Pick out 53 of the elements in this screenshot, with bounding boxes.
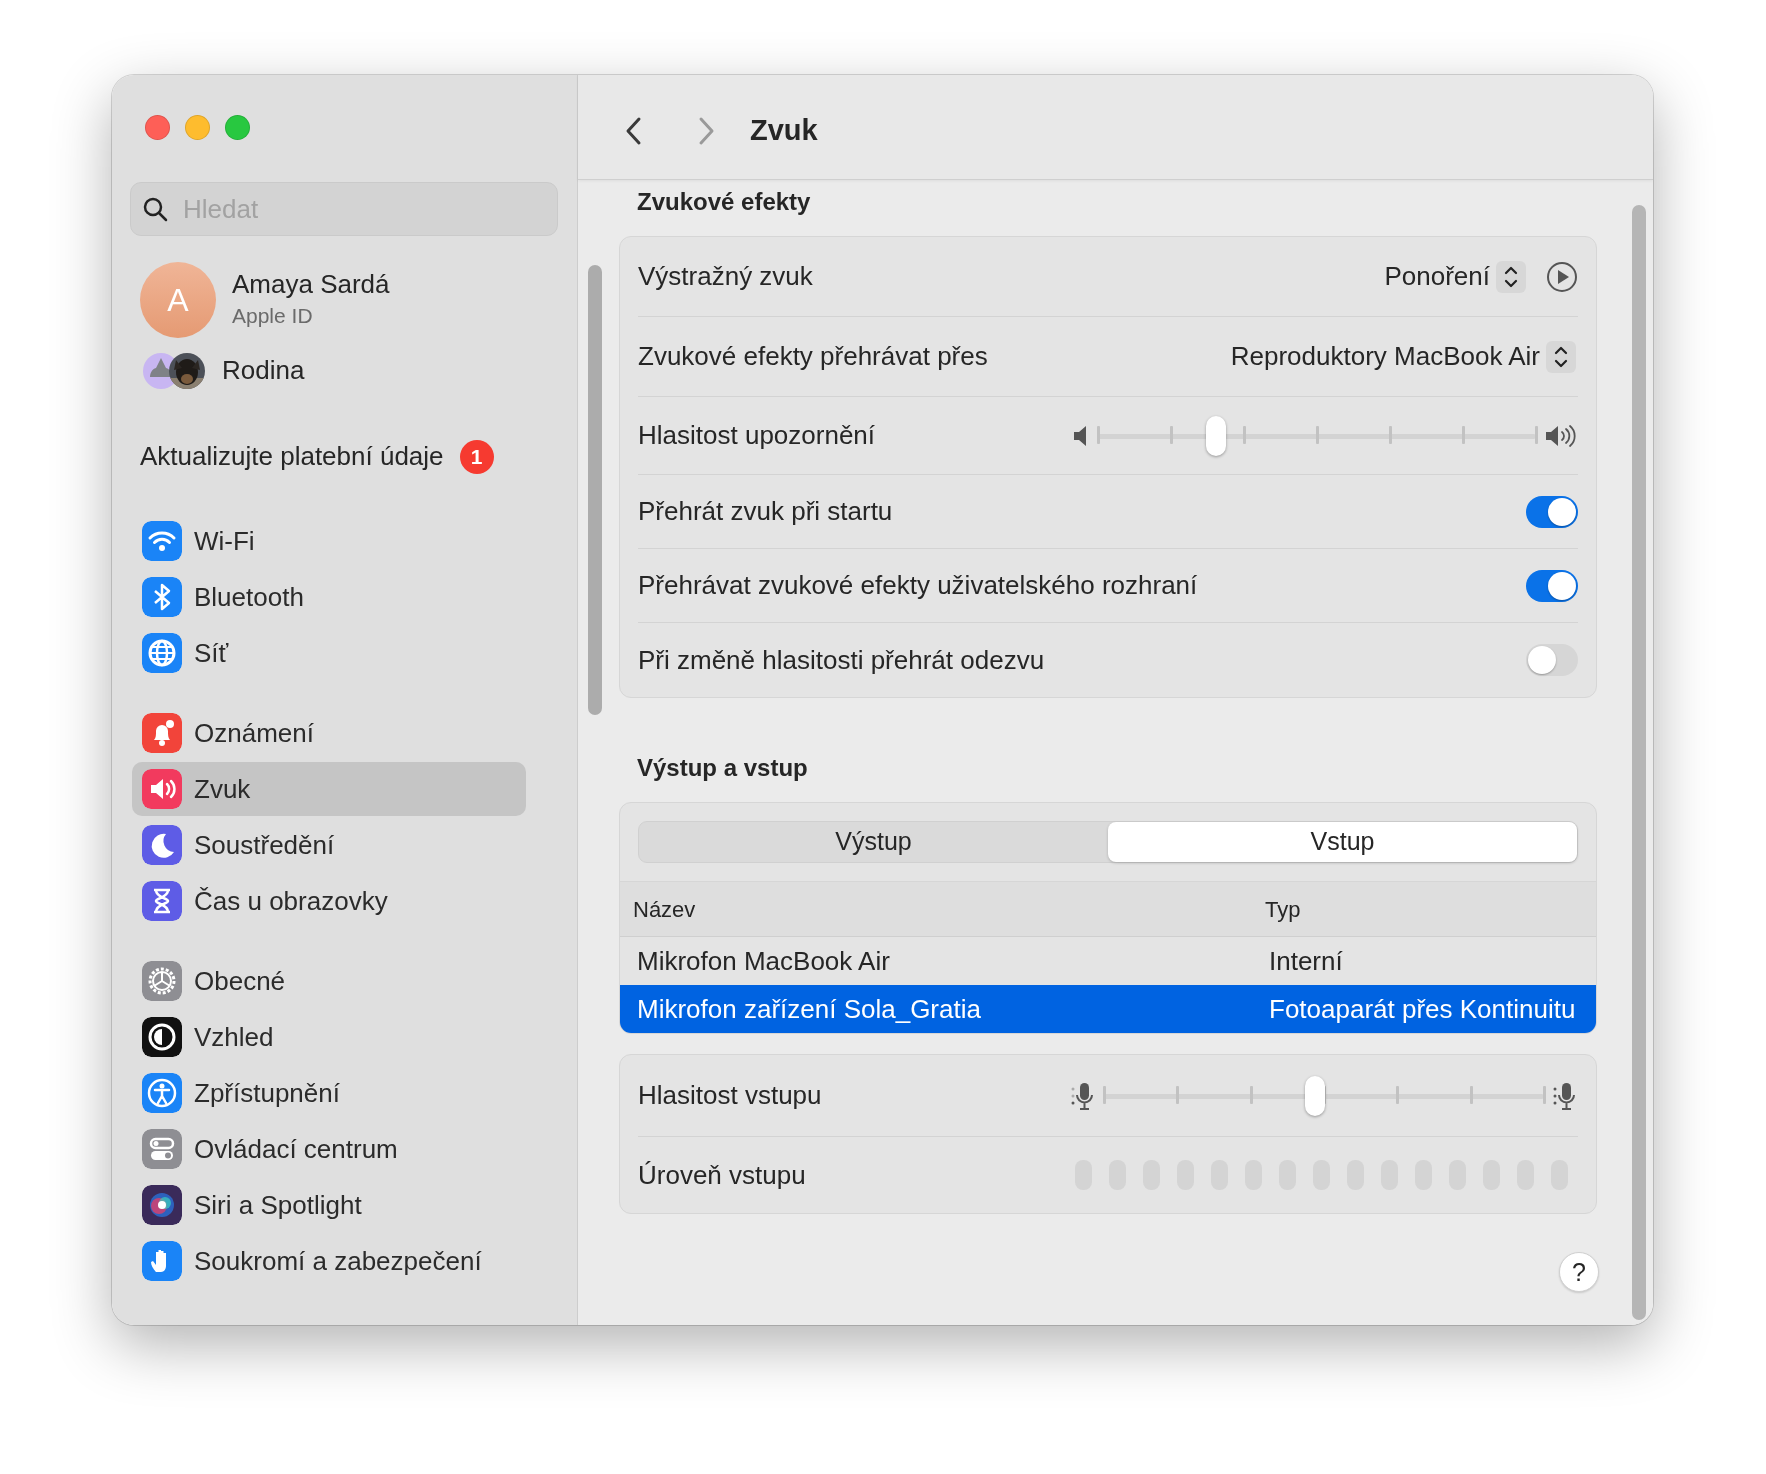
toggle-switch[interactable]: [1526, 644, 1578, 676]
column-header: Název: [632, 895, 697, 924]
stepper-icon[interactable]: [1546, 340, 1576, 373]
setting-label: Zvukové efekty přehrávat přes: [638, 340, 988, 373]
sidebar-item[interactable]: Soustředění: [132, 818, 526, 872]
sidebar-item[interactable]: Zpřístupnění: [132, 1066, 526, 1120]
help-button[interactable]: ?: [1559, 1252, 1599, 1292]
search-icon: [142, 196, 168, 222]
scrollbar[interactable]: [588, 265, 602, 715]
notification-badge: 1: [459, 440, 494, 474]
setting-label: Hlasitost upozornění: [638, 419, 876, 452]
close-button[interactable]: [145, 115, 170, 140]
payment-notice[interactable]: Aktualizujte platební údaje: [140, 441, 444, 473]
sidebar-item[interactable]: Soukromí a zabezpečení: [132, 1234, 526, 1288]
slider-thumb[interactable]: [1206, 415, 1227, 456]
setting-label: Hlasitost vstupu: [638, 1079, 822, 1112]
zoom-button[interactable]: [225, 115, 250, 140]
section-heading: Výstup a vstup: [637, 753, 809, 783]
setting-label: Úroveň vstupu: [638, 1158, 806, 1192]
segment-tab[interactable]: Vstup: [1108, 822, 1577, 862]
sidebar-item[interactable]: Oznámení: [132, 706, 526, 760]
sidebar-item[interactable]: Síť: [132, 626, 526, 680]
table-row[interactable]: Mikrofon zařízení Sola_Gratia Fotoaparát přes Kontinuitu: [620, 985, 1596, 1033]
stepper-icon[interactable]: [1496, 260, 1526, 293]
setting-label: Výstražný zvuk: [638, 260, 813, 293]
toggle-switch[interactable]: [1526, 569, 1578, 602]
sidebar-item[interactable]: Siri a Spotlight: [132, 1178, 526, 1232]
setting-label: Přehrát zvuk při startu: [638, 495, 893, 528]
toggle-switch[interactable]: [1526, 495, 1578, 528]
minimize-button[interactable]: [185, 115, 210, 140]
family-label[interactable]: Rodina: [222, 355, 305, 387]
sidebar-item[interactable]: Bluetooth: [132, 570, 526, 624]
account-subtitle: Apple ID: [232, 302, 314, 329]
column-header: Typ: [1265, 895, 1301, 924]
segment-tab[interactable]: Výstup: [639, 822, 1108, 862]
table-row[interactable]: Mikrofon MacBook Air Interní: [620, 937, 1596, 985]
sidebar-item[interactable]: Ovládací centrum: [132, 1122, 526, 1176]
sidebar-item[interactable]: Wi-Fi: [132, 514, 526, 568]
sidebar-item[interactable]: Obecné: [132, 954, 526, 1008]
account-name[interactable]: Amaya Sardá: [232, 268, 390, 300]
slider-thumb[interactable]: [1305, 1075, 1326, 1116]
popup-value[interactable]: Reproduktory MacBook Air: [1230, 337, 1540, 376]
scrollbar[interactable]: [1632, 205, 1646, 1320]
sidebar-item[interactable]: Zvuk: [132, 762, 526, 816]
speaker-icon: [1544, 422, 1578, 449]
play-button[interactable]: [1546, 260, 1578, 293]
section-heading: Zvukové efekty: [637, 187, 812, 217]
sidebar-item[interactable]: Čas u obrazovky: [132, 874, 526, 928]
window-title: Zvuk: [750, 113, 818, 149]
setting-label: Při změně hlasitosti přehrát odezvu: [638, 643, 1045, 677]
setting-label: Přehrávat zvukové efekty uživatelského rozhraní: [638, 569, 1198, 602]
sidebar-item[interactable]: Vzhled: [132, 1010, 526, 1064]
popup-value[interactable]: Ponoření: [1384, 257, 1490, 296]
